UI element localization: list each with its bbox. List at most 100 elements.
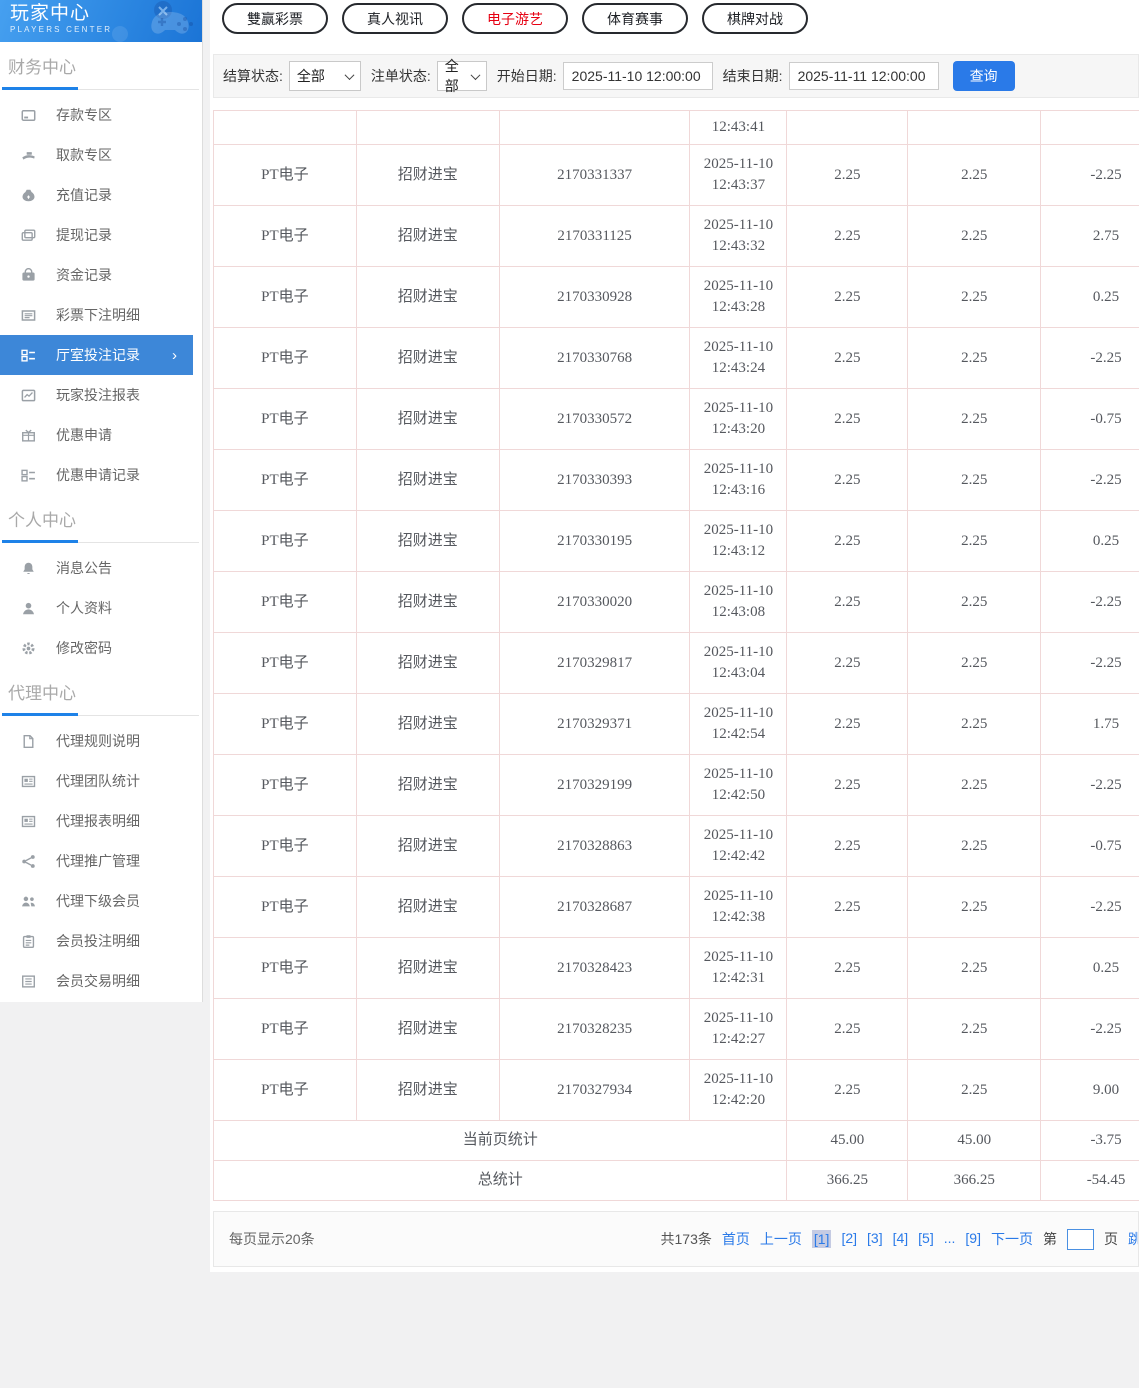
lottery-detail-icon	[21, 308, 36, 323]
cell-time: 2025-11-10 12:43:37	[690, 145, 787, 206]
cell-order-no: 2170331337	[500, 145, 691, 206]
table-row: PT电子 招财进宝 2170330768 2025-11-10 12:43:24…	[214, 328, 1139, 389]
agent-team-icon	[21, 774, 36, 789]
total-stats-row: 总统计 366.25 366.25 -54.45	[214, 1161, 1139, 1201]
cell-order-no: 2170330393	[500, 450, 691, 511]
cell-platform: PT电子	[214, 511, 357, 572]
table-row: PT电子 招财进宝 2170330572 2025-11-10 12:43:20…	[214, 389, 1139, 450]
cell-valid-amount: 2.25	[908, 328, 1041, 389]
game-tab[interactable]: 电子游艺	[462, 3, 568, 34]
jump-suffix: 页	[1104, 1229, 1118, 1249]
cell-valid-amount: 2.25	[908, 877, 1041, 938]
cell-time: 2025-11-10 12:42:42	[690, 816, 787, 877]
settle-status-select[interactable]: 全部	[289, 61, 361, 91]
cell-platform: PT电子	[214, 999, 357, 1060]
sidebar-item[interactable]: 厅室投注记录 ›	[0, 335, 193, 375]
cell-order-no: 2170330768	[500, 328, 691, 389]
game-tab[interactable]: 真人视讯	[342, 3, 448, 34]
sidebar-item[interactable]: 会员投注明细 ›	[0, 921, 202, 961]
cell-bet-amount: 2.25	[787, 694, 908, 755]
cell-order-no: 2170329817	[500, 633, 691, 694]
cell-game: 招财进宝	[357, 389, 500, 450]
sidebar-item[interactable]: 代理团队统计 ›	[0, 761, 202, 801]
page-number-link[interactable]: [1]	[812, 1230, 832, 1248]
cell-time: 2025-11-10 12:42:20	[690, 1060, 787, 1121]
sidebar-item[interactable]: 代理规则说明 ›	[0, 721, 202, 761]
cell-platform: PT电子	[214, 145, 357, 206]
table-row: PT电子 招财进宝 2170328423 2025-11-10 12:42:31…	[214, 938, 1139, 999]
sidebar-item[interactable]: 消息公告 ›	[0, 548, 202, 588]
sidebar-item[interactable]: 修改密码 ›	[0, 628, 202, 668]
prev-page-link[interactable]: 上一页	[760, 1229, 802, 1249]
cell-time: 2025-11-10 12:42:50	[690, 755, 787, 816]
start-date-input[interactable]	[563, 62, 713, 90]
sidebar-item[interactable]: 充值记录 ›	[0, 175, 202, 215]
jump-page-input[interactable]	[1067, 1229, 1094, 1250]
page-number-link[interactable]: [4]	[893, 1230, 909, 1248]
cell-time: 2025-11-10 12:42:38	[690, 877, 787, 938]
first-page-link[interactable]: 首页	[722, 1229, 750, 1249]
player-report-icon	[21, 388, 36, 403]
table-row-partial: 12:43:41	[214, 111, 1139, 145]
sidebar-item-label: 个人资料	[56, 598, 112, 618]
cell-winloss: -2.25	[1041, 877, 1139, 938]
sidebar-item[interactable]: 取款专区 ›	[0, 135, 202, 175]
game-category-tabs: 雙赢彩票 真人视讯 电子游艺 体育赛事 棋牌对战	[210, 0, 1139, 34]
sidebar-item[interactable]: 优惠申请记录 ›	[0, 455, 202, 495]
cell-platform: PT电子	[214, 328, 357, 389]
sidebar-item[interactable]: 个人资料 ›	[0, 588, 202, 628]
cell-game: 招财进宝	[357, 816, 500, 877]
page-number-link[interactable]: [2]	[841, 1230, 857, 1248]
cell-platform: PT电子	[214, 694, 357, 755]
end-date-input[interactable]	[789, 62, 939, 90]
section-divider	[2, 89, 199, 90]
sidebar-item[interactable]: 会员交易明细 ›	[0, 961, 202, 1001]
cell-time: 2025-11-10 12:43:04	[690, 633, 787, 694]
filter-bar: 结算状态: 全部 注单状态: 全部 开始日期: 结束日期: 查询	[213, 54, 1139, 98]
page-number-link[interactable]: [9]	[965, 1230, 981, 1248]
order-status-select[interactable]: 全部	[437, 61, 487, 91]
cell-bet-amount: 2.25	[787, 877, 908, 938]
game-tab[interactable]: 棋牌对战	[702, 3, 808, 34]
cell-bet-amount: 2.25	[787, 145, 908, 206]
cell-platform: PT电子	[214, 267, 357, 328]
cell-valid-amount: 2.25	[908, 450, 1041, 511]
game-tab[interactable]: 体育赛事	[582, 3, 688, 34]
game-tab[interactable]: 雙赢彩票	[222, 3, 328, 34]
start-date-label: 开始日期:	[497, 66, 557, 86]
cell-winloss: -2.25	[1041, 145, 1139, 206]
search-button[interactable]: 查询	[953, 61, 1015, 91]
total-stats-bet: 366.25	[787, 1161, 908, 1201]
cell-game: 招财进宝	[357, 328, 500, 389]
cell-winloss: -2.25	[1041, 572, 1139, 633]
sidebar-item[interactable]: 优惠申请 ›	[0, 415, 202, 455]
cell-time: 2025-11-10 12:43:12	[690, 511, 787, 572]
cell-game: 招财进宝	[357, 633, 500, 694]
cell-valid-amount: 2.25	[908, 389, 1041, 450]
cell-valid-amount: 2.25	[908, 755, 1041, 816]
sidebar-item[interactable]: 彩票下注明细 ›	[0, 295, 202, 335]
table-row: PT电子 招财进宝 2170329817 2025-11-10 12:43:04…	[214, 633, 1139, 694]
sidebar-item[interactable]: 存款专区 ›	[0, 95, 202, 135]
password-icon	[21, 641, 36, 656]
cell-time: 2025-11-10 12:42:54	[690, 694, 787, 755]
sidebar-section-finance: 财务中心 存款专区 › 取款专区 › 充值记录 › 提现记录	[0, 42, 202, 495]
cell-winloss: -0.75	[1041, 389, 1139, 450]
sidebar-item[interactable]: 提现记录 ›	[0, 215, 202, 255]
page-number-link[interactable]: [5]	[918, 1230, 934, 1248]
page-number-link[interactable]: [3]	[867, 1230, 883, 1248]
chevron-right-icon: ›	[172, 347, 177, 364]
cell-bet-amount: 2.25	[787, 511, 908, 572]
page-number-link[interactable]: ...	[944, 1230, 956, 1248]
cell-platform: PT电子	[214, 816, 357, 877]
jump-button[interactable]: 跳转	[1128, 1229, 1139, 1249]
next-page-link[interactable]: 下一页	[991, 1229, 1033, 1249]
sidebar-item[interactable]: 代理推广管理 ›	[0, 841, 202, 881]
sidebar-item-label: 代理团队统计	[56, 771, 140, 791]
cell-order-no: 2170328423	[500, 938, 691, 999]
table-row: PT电子 招财进宝 2170328863 2025-11-10 12:42:42…	[214, 816, 1139, 877]
sidebar-item[interactable]: 代理下级会员 ›	[0, 881, 202, 921]
sidebar-item[interactable]: 玩家投注报表 ›	[0, 375, 202, 415]
sidebar-item[interactable]: 资金记录 ›	[0, 255, 202, 295]
sidebar-item[interactable]: 代理报表明细 ›	[0, 801, 202, 841]
